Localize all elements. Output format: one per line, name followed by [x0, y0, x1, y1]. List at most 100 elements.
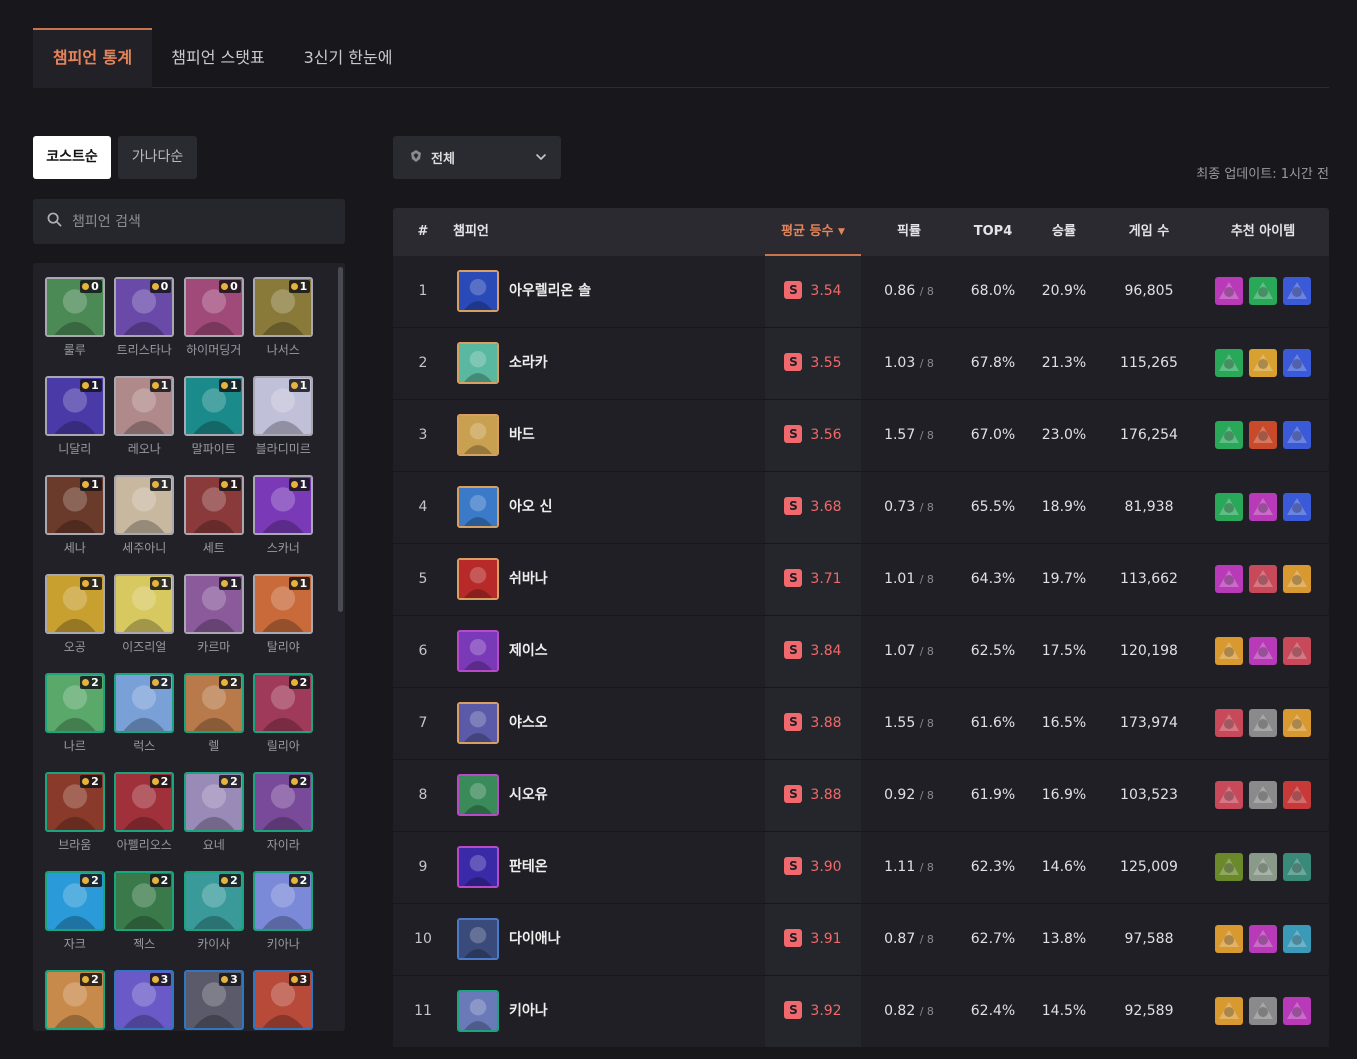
champion-name-cell[interactable]: 바드 [509, 400, 535, 471]
champion-card[interactable]: 0 룰루 [40, 277, 110, 368]
table-row[interactable]: 5 쉬바나 S 3.71 1.01 / 8 64.3% 19.7% 113,662 [393, 544, 1329, 616]
champion-card[interactable]: 2 럭스 [110, 673, 180, 764]
recommended-item-icon[interactable] [1215, 925, 1243, 953]
champion-card[interactable]: 1 세나 [40, 475, 110, 566]
recommended-item-icon[interactable] [1283, 637, 1311, 665]
recommended-item-icon[interactable] [1249, 421, 1277, 449]
recommended-item-icon[interactable] [1215, 277, 1243, 305]
champion-card[interactable]: 1 탈리야 [249, 574, 319, 665]
champion-card[interactable]: 2 아펠리오스 [110, 772, 180, 863]
recommended-item-icon[interactable] [1249, 493, 1277, 521]
tab-three-items-overview[interactable]: 3신기 한눈에 [284, 28, 412, 88]
champion-card[interactable]: 1 카르마 [179, 574, 249, 665]
champion-card[interactable]: 1 말파이트 [179, 376, 249, 467]
champion-card[interactable]: 1 세주아니 [110, 475, 180, 566]
recommended-item-icon[interactable] [1283, 709, 1311, 737]
champion-icon[interactable] [457, 702, 499, 744]
table-row[interactable]: 4 아오 신 S 3.68 0.73 / 8 65.5% 18.9% 81,938 [393, 472, 1329, 544]
champion-icon[interactable] [457, 990, 499, 1032]
table-row[interactable]: 6 제이스 S 3.84 1.07 / 8 62.5% 17.5% 120,198 [393, 616, 1329, 688]
recommended-item-icon[interactable] [1249, 709, 1277, 737]
champion-icon[interactable] [457, 342, 499, 384]
champion-card[interactable]: 2 릴리아 [249, 673, 319, 764]
tab-champion-stat-table[interactable]: 챔피언 스탯표 [152, 28, 284, 88]
recommended-item-icon[interactable] [1249, 349, 1277, 377]
recommended-item-icon[interactable] [1215, 421, 1243, 449]
recommended-item-icon[interactable] [1249, 853, 1277, 881]
champion-card[interactable]: 2 요네 [179, 772, 249, 863]
champion-name-cell[interactable]: 시오유 [509, 760, 548, 831]
recommended-item-icon[interactable] [1283, 781, 1311, 809]
champion-icon[interactable] [457, 270, 499, 312]
table-row[interactable]: 1 아우렐리온 솔 S 3.54 0.86 / 8 68.0% 20.9% 96,805 [393, 256, 1329, 328]
recommended-item-icon[interactable] [1283, 421, 1311, 449]
recommended-item-icon[interactable] [1249, 637, 1277, 665]
table-row[interactable]: 9 판테온 S 3.90 1.11 / 8 62.3% 14.6% 125,009 [393, 832, 1329, 904]
trait-filter-dropdown[interactable]: 전체 [393, 136, 561, 179]
header-games[interactable]: 게임 수 [1105, 208, 1193, 256]
champion-card[interactable]: 2 자크 [40, 871, 110, 962]
recommended-item-icon[interactable] [1249, 997, 1277, 1025]
recommended-item-icon[interactable] [1249, 781, 1277, 809]
champion-card[interactable]: 2 젝스 [110, 871, 180, 962]
champion-card[interactable]: 3 [179, 970, 249, 1031]
champion-card[interactable]: 1 세트 [179, 475, 249, 566]
recommended-item-icon[interactable] [1215, 349, 1243, 377]
recommended-item-icon[interactable] [1215, 709, 1243, 737]
champion-card[interactable]: 2 [40, 970, 110, 1031]
champion-list-scrollbar[interactable] [338, 267, 343, 612]
champion-name-cell[interactable]: 판테온 [509, 832, 548, 903]
champion-name-cell[interactable]: 아우렐리온 솔 [509, 256, 591, 327]
recommended-item-icon[interactable] [1283, 565, 1311, 593]
champion-card[interactable]: 0 트리스타나 [110, 277, 180, 368]
champion-card[interactable]: 2렐 [179, 673, 249, 764]
recommended-item-icon[interactable] [1283, 493, 1311, 521]
recommended-item-icon[interactable] [1215, 997, 1243, 1025]
champion-card[interactable]: 1 블라디미르 [249, 376, 319, 467]
champion-icon[interactable] [457, 918, 499, 960]
champion-icon[interactable] [457, 414, 499, 456]
champion-icon[interactable] [457, 558, 499, 600]
sort-by-cost-button[interactable]: 코스트순 [33, 136, 111, 179]
table-row[interactable]: 2 소라카 S 3.55 1.03 / 8 67.8% 21.3% 115,265 [393, 328, 1329, 400]
table-row[interactable]: 3 바드 S 3.56 1.57 / 8 67.0% 23.0% 176,254 [393, 400, 1329, 472]
header-win-rate[interactable]: 승률 [1029, 208, 1099, 256]
champion-name-cell[interactable]: 소라카 [509, 328, 548, 399]
champion-card[interactable]: 2 브라움 [40, 772, 110, 863]
champion-icon[interactable] [457, 630, 499, 672]
champion-name-cell[interactable]: 쉬바나 [509, 544, 548, 615]
champion-name-cell[interactable]: 다이애나 [509, 904, 561, 975]
header-avg-place[interactable]: 평균 등수 ▼ [765, 208, 861, 256]
champion-icon[interactable] [457, 486, 499, 528]
recommended-item-icon[interactable] [1249, 565, 1277, 593]
champion-card[interactable]: 2 나르 [40, 673, 110, 764]
champion-card[interactable]: 3 [249, 970, 319, 1031]
table-row[interactable]: 7 야스오 S 3.88 1.55 / 8 61.6% 16.5% 173,974 [393, 688, 1329, 760]
table-row[interactable]: 10 다이애나 S 3.91 0.87 / 8 62.7% 13.8% 97,588 [393, 904, 1329, 976]
recommended-item-icon[interactable] [1249, 277, 1277, 305]
table-row[interactable]: 11 키아나 S 3.92 0.82 / 8 62.4% 14.5% 92,589 [393, 976, 1329, 1048]
recommended-item-icon[interactable] [1215, 853, 1243, 881]
sort-by-name-button[interactable]: 가나다순 [118, 136, 197, 179]
champion-name-cell[interactable]: 아오 신 [509, 472, 553, 543]
champion-card[interactable]: 1 스카너 [249, 475, 319, 566]
champion-card[interactable]: 1 나서스 [249, 277, 319, 368]
champion-search-input[interactable] [72, 213, 332, 230]
champion-card[interactable]: 1 니달리 [40, 376, 110, 467]
champion-card[interactable]: 2 카이사 [179, 871, 249, 962]
recommended-item-icon[interactable] [1283, 997, 1311, 1025]
recommended-item-icon[interactable] [1249, 925, 1277, 953]
header-champion[interactable]: 챔피언 [453, 208, 493, 256]
recommended-item-icon[interactable] [1283, 277, 1311, 305]
champion-icon[interactable] [457, 846, 499, 888]
recommended-item-icon[interactable] [1215, 565, 1243, 593]
champion-card[interactable]: 0 하이머딩거 [179, 277, 249, 368]
champion-name-cell[interactable]: 야스오 [509, 688, 548, 759]
recommended-item-icon[interactable] [1215, 493, 1243, 521]
recommended-item-icon[interactable] [1215, 781, 1243, 809]
tab-champion-stats[interactable]: 챔피언 통계 [33, 28, 152, 88]
table-row[interactable]: 8 시오유 S 3.88 0.92 / 8 61.9% 16.9% 103,523 [393, 760, 1329, 832]
recommended-item-icon[interactable] [1283, 925, 1311, 953]
champion-card[interactable]: 3 [110, 970, 180, 1031]
champion-name-cell[interactable]: 제이스 [509, 616, 548, 687]
